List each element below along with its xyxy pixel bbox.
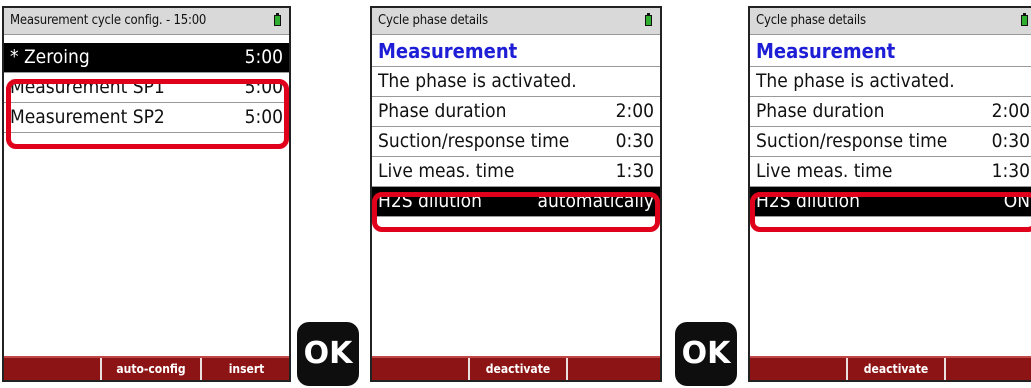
title-bar: Measurement cycle config. - 15:00	[4, 8, 289, 35]
cycle-phase-details-screen: Cycle phase details Measurement The phas…	[370, 6, 662, 382]
row-label: Suction/response time	[756, 130, 948, 152]
row-value: 1:30	[991, 160, 1030, 182]
deactivate-button[interactable]: deactivate	[846, 358, 946, 380]
h2s-dilution-row[interactable]: H2S dilution ON	[750, 187, 1031, 217]
row-value: automatically	[537, 190, 654, 212]
battery-icon	[645, 13, 652, 26]
row-value: 2:00	[991, 100, 1030, 122]
h2s-dilution-row[interactable]: H2S dilution automatically	[372, 187, 660, 217]
insert-button[interactable]: insert	[200, 358, 289, 380]
softkey-bar: auto-config insert	[4, 356, 289, 380]
list-item-measurement-sp1[interactable]: Measurement SP1 5:00	[4, 73, 289, 103]
screen-title: Measurement cycle config. - 15:00	[10, 13, 207, 28]
title-bar: Cycle phase details	[750, 8, 1031, 35]
row-label: Live meas. time	[378, 160, 515, 182]
cycle-phase-details-screen: Cycle phase details Measurement The phas…	[748, 6, 1031, 382]
list-item-measurement-sp2[interactable]: Measurement SP2 5:00	[4, 103, 289, 133]
phase-status: The phase is activated.	[750, 67, 1031, 97]
ok-key[interactable]: OK	[675, 322, 737, 386]
list-item-value: 5:00	[244, 106, 283, 128]
row-label: Suction/response time	[378, 130, 570, 152]
auto-config-button[interactable]: auto-config	[100, 358, 202, 380]
screen-title: Cycle phase details	[756, 13, 866, 28]
suction-response-time-row[interactable]: Suction/response time 0:30	[372, 127, 660, 157]
phase-duration-row[interactable]: Phase duration 2:00	[372, 97, 660, 127]
phase-duration-row[interactable]: Phase duration 2:00	[750, 97, 1031, 127]
list-item-zeroing[interactable]: * Zeroing 5:00	[4, 43, 289, 73]
phase-heading: Measurement	[750, 37, 1031, 67]
row-value: ON	[1003, 190, 1030, 212]
row-value: 0:30	[615, 130, 654, 152]
row-label: Live meas. time	[756, 160, 893, 182]
measurement-cycle-config-screen: Measurement cycle config. - 15:00 * Zero…	[2, 6, 291, 382]
battery-icon	[274, 13, 281, 26]
phase-heading: Measurement	[372, 37, 660, 67]
list-item-label: Measurement SP1	[10, 76, 165, 98]
list-item-label: Measurement SP2	[10, 106, 165, 128]
row-value: 2:00	[615, 100, 654, 122]
list-item-label: * Zeroing	[10, 46, 90, 68]
list-item-value: 5:00	[244, 46, 283, 68]
ok-key[interactable]: OK	[297, 322, 359, 386]
list-item-value: 5:00	[244, 76, 283, 98]
title-bar: Cycle phase details	[372, 8, 660, 35]
row-label: Phase duration	[756, 100, 885, 122]
suction-response-time-row[interactable]: Suction/response time 0:30	[750, 127, 1031, 157]
row-label: H2S dilution	[756, 190, 860, 212]
live-meas-time-row[interactable]: Live meas. time 1:30	[372, 157, 660, 187]
deactivate-button[interactable]: deactivate	[468, 358, 568, 380]
row-label: H2S dilution	[378, 190, 482, 212]
screen-title: Cycle phase details	[378, 13, 488, 28]
phase-status: The phase is activated.	[372, 67, 660, 97]
live-meas-time-row[interactable]: Live meas. time 1:30	[750, 157, 1031, 187]
softkey-bar: deactivate	[750, 356, 1031, 380]
row-value: 1:30	[615, 160, 654, 182]
row-label: Phase duration	[378, 100, 507, 122]
row-value: 0:30	[991, 130, 1030, 152]
softkey-bar: deactivate	[372, 356, 660, 380]
battery-icon	[1021, 13, 1028, 26]
